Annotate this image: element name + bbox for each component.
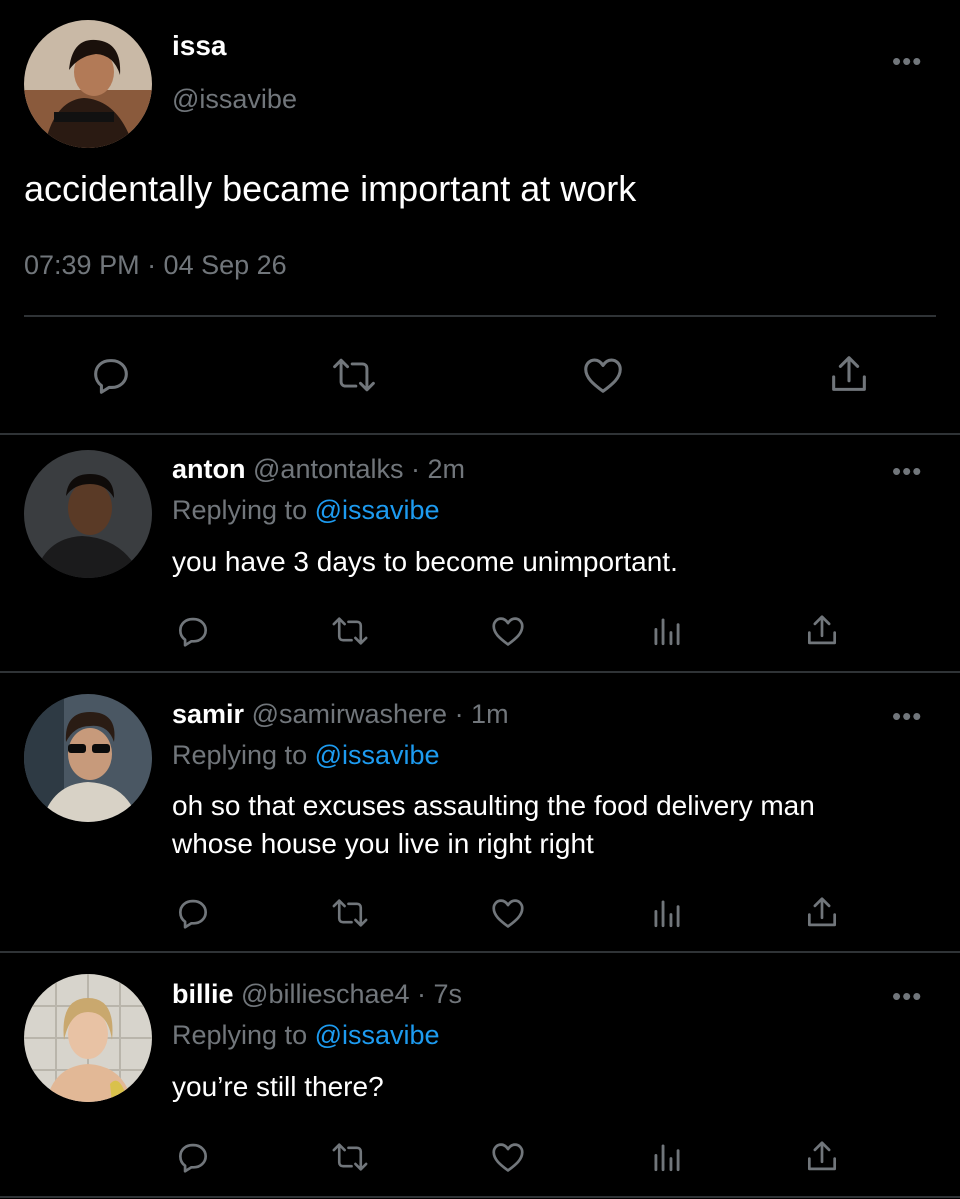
share-icon[interactable] [826, 352, 872, 398]
reply-time[interactable]: · 2m [411, 454, 465, 484]
replying-to: Replying to @issavibe [172, 1020, 440, 1051]
like-icon[interactable] [580, 352, 626, 398]
retweet-icon[interactable] [330, 612, 370, 650]
reply-text: you have 3 days to become unimportant. [172, 546, 678, 577]
replying-to: Replying to @issavibe [172, 740, 440, 771]
reply-time[interactable]: · 1m [455, 699, 509, 729]
reply-display-name[interactable]: billie [172, 979, 234, 1009]
avatar-samir[interactable] [24, 694, 152, 822]
replying-to-label: Replying to [172, 1020, 308, 1050]
main-divider [24, 315, 936, 317]
replying-to-handle[interactable]: @issavibe [315, 495, 440, 525]
reply-icon[interactable] [174, 894, 212, 932]
replying-to-handle[interactable]: @issavibe [315, 740, 440, 770]
share-icon[interactable] [803, 612, 841, 650]
retweet-icon[interactable] [330, 352, 378, 398]
replying-to-label: Replying to [172, 740, 308, 770]
more-options-icon[interactable]: ••• [892, 458, 922, 484]
main-display-name[interactable]: issa [172, 30, 227, 62]
section-divider [0, 1196, 960, 1198]
replying-to-label: Replying to [172, 495, 308, 525]
replying-to-handle[interactable]: @issavibe [315, 1020, 440, 1050]
replying-to: Replying to @issavibe [172, 495, 440, 526]
reply-header: anton @antontalks · 2m [172, 454, 465, 485]
avatar-anton[interactable] [24, 450, 152, 578]
avatar-issa[interactable] [24, 20, 152, 148]
reply-time[interactable]: · 7s [417, 979, 462, 1009]
retweet-icon[interactable] [330, 1138, 370, 1176]
more-options-icon[interactable]: ••• [892, 983, 922, 1009]
share-icon[interactable] [803, 894, 841, 932]
main-timestamp[interactable]: 07:39 PM · 04 Sep 26 [24, 250, 287, 281]
retweet-icon[interactable] [330, 894, 370, 932]
reply-display-name[interactable]: anton [172, 454, 246, 484]
section-divider [0, 951, 960, 953]
section-divider [0, 671, 960, 673]
reply-display-name[interactable]: samir [172, 699, 244, 729]
reply-icon[interactable] [88, 352, 134, 398]
reply-text-line-2: whose house you live in right right [172, 828, 594, 859]
reply-handle[interactable]: @antontalks [253, 454, 404, 484]
reply-text-line-1: oh so that excuses assaulting the food d… [172, 790, 815, 821]
reply-handle[interactable]: @samirwashere [252, 699, 447, 729]
section-divider [0, 433, 960, 435]
analytics-icon[interactable] [648, 612, 686, 650]
main-handle[interactable]: @issavibe [172, 84, 297, 115]
like-icon[interactable] [489, 1138, 527, 1176]
reply-icon[interactable] [174, 1138, 212, 1176]
analytics-icon[interactable] [648, 1138, 686, 1176]
reply-icon[interactable] [174, 612, 212, 650]
more-options-icon[interactable]: ••• [892, 48, 922, 74]
more-options-icon[interactable]: ••• [892, 703, 922, 729]
main-tweet-text: accidentally became important at work [24, 168, 637, 209]
like-icon[interactable] [489, 894, 527, 932]
reply-text: you’re still there? [172, 1071, 384, 1102]
like-icon[interactable] [489, 612, 527, 650]
reply-handle[interactable]: @billieschae4 [241, 979, 410, 1009]
reply-header: billie @billieschae4 · 7s [172, 979, 462, 1010]
reply-header: samir @samirwashere · 1m [172, 699, 509, 730]
share-icon[interactable] [803, 1138, 841, 1176]
analytics-icon[interactable] [648, 894, 686, 932]
avatar-billie[interactable] [24, 974, 152, 1102]
